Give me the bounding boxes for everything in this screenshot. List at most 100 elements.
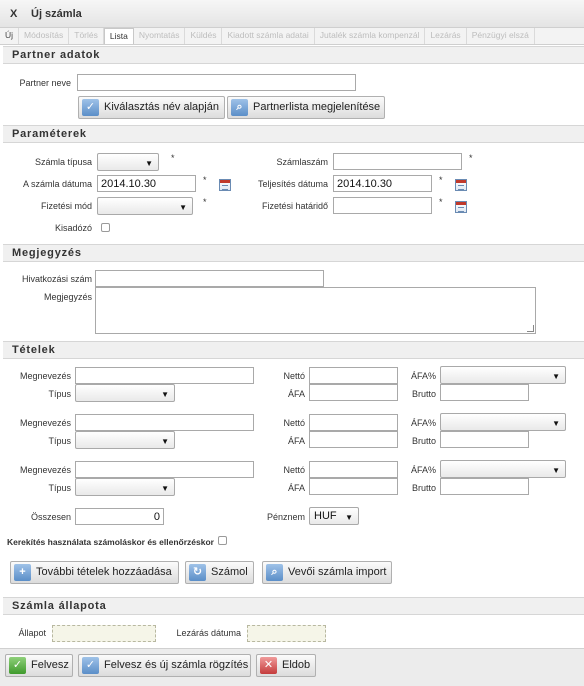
tab-lezaras[interactable]: Lezárás bbox=[425, 28, 467, 44]
payment-deadline-label: Fizetési határidő bbox=[261, 201, 328, 211]
calendar-icon[interactable] bbox=[455, 179, 467, 191]
item-net-input[interactable] bbox=[309, 414, 398, 431]
item-vat-input[interactable] bbox=[309, 478, 398, 495]
item-vat-input[interactable] bbox=[309, 384, 398, 401]
chevron-down-icon: ▼ bbox=[161, 437, 169, 446]
partner-heading: Partner adatok bbox=[3, 47, 584, 64]
resize-grip-icon[interactable] bbox=[527, 325, 534, 332]
issuer-label: Kisadózó bbox=[54, 223, 92, 233]
item-vat-label: ÁFA bbox=[287, 483, 305, 493]
item-type-label: Típus bbox=[48, 483, 71, 493]
calculate-label: Számol bbox=[211, 566, 248, 578]
item-type-select[interactable]: ▼ bbox=[75, 384, 175, 402]
calendar-icon[interactable] bbox=[219, 179, 231, 191]
tab-torles[interactable]: Törlés bbox=[69, 28, 104, 44]
item-vat-label: ÁFA bbox=[287, 436, 305, 446]
tab-lista[interactable]: Lista bbox=[103, 28, 134, 44]
item-gross-label: Brutto bbox=[411, 389, 436, 399]
tab-kiadott-szamla-adatai[interactable]: Kiadott számla adatai bbox=[222, 28, 315, 44]
item-vat-pct-select[interactable]: ▼ bbox=[440, 460, 566, 478]
partner-section: Partner adatok Partner neve ✓ Kiválasztá… bbox=[3, 46, 584, 122]
currency-select[interactable]: HUF ▼ bbox=[309, 507, 359, 525]
payment-deadline-input[interactable] bbox=[333, 197, 432, 214]
item-vat-pct-label: ÁFA% bbox=[410, 371, 436, 381]
item-net-input[interactable] bbox=[309, 461, 398, 478]
issuer-checkbox[interactable] bbox=[101, 223, 110, 232]
item-net-input[interactable] bbox=[309, 367, 398, 384]
item-gross-label: Brutto bbox=[411, 483, 436, 493]
reference-input[interactable] bbox=[95, 270, 324, 287]
required-mark: * bbox=[439, 197, 443, 207]
save-and-new-button[interactable]: ✓ Felvesz és új számla rögzítés bbox=[78, 654, 251, 677]
chevron-down-icon: ▼ bbox=[161, 484, 169, 493]
search-icon: ⌕ bbox=[231, 99, 248, 116]
fulfillment-date-input[interactable]: 2014.10.30 bbox=[333, 175, 432, 192]
calculate-button[interactable]: ↻ Számol bbox=[185, 561, 254, 584]
required-mark: * bbox=[439, 175, 443, 185]
items-heading: Tételek bbox=[3, 342, 584, 359]
tab-modositas[interactable]: Módosítás bbox=[19, 28, 70, 44]
tab-nyomtatas[interactable]: Nyomtatás bbox=[134, 28, 186, 44]
add-items-button[interactable]: + További tételek hozzáadása bbox=[10, 561, 179, 584]
item-name-input[interactable] bbox=[75, 461, 254, 478]
notes-section: Megjegyzés Hivatkozási szám Megjegyzés bbox=[3, 244, 584, 338]
tab-jutalek-szamla[interactable]: Jutalék számla kompenzál bbox=[315, 28, 426, 44]
chevron-down-icon: ▼ bbox=[552, 419, 560, 428]
invoice-number-input[interactable] bbox=[333, 153, 462, 170]
reference-label: Hivatkozási szám bbox=[21, 274, 92, 284]
notes-heading: Megjegyzés bbox=[3, 245, 584, 262]
item-net-label: Nettó bbox=[283, 418, 305, 428]
close-icon[interactable]: X bbox=[10, 8, 17, 20]
item-type-select[interactable]: ▼ bbox=[75, 431, 175, 449]
total-input[interactable]: 0 bbox=[75, 508, 164, 525]
item-type-select[interactable]: ▼ bbox=[75, 478, 175, 496]
rounding-checkbox[interactable] bbox=[218, 536, 227, 545]
note-textarea[interactable] bbox=[95, 287, 536, 334]
closing-date-label: Lezárás dátuma bbox=[176, 628, 241, 638]
chevron-down-icon: ▼ bbox=[145, 159, 153, 168]
item-name-input[interactable] bbox=[75, 367, 254, 384]
tab-kuldes[interactable]: Küldés bbox=[185, 28, 223, 44]
select-by-name-button[interactable]: ✓ Kiválasztás név alapján bbox=[78, 96, 225, 119]
action-tabs: Új Módosítás Törlés Lista Nyomtatás Küldés Kia… bbox=[0, 28, 584, 45]
item-vat-input[interactable] bbox=[309, 431, 398, 448]
item-net-label: Nettó bbox=[283, 371, 305, 381]
tab-uj[interactable]: Új bbox=[0, 28, 20, 44]
parameters-section: Paraméterek Számla típusa ▼ * Számlaszám… bbox=[3, 125, 584, 240]
partner-name-input[interactable] bbox=[77, 74, 356, 91]
calendar-icon[interactable] bbox=[455, 201, 467, 213]
invoice-date-input[interactable]: 2014.10.30 bbox=[97, 175, 196, 192]
item-vat-pct-select[interactable]: ▼ bbox=[440, 413, 566, 431]
item-net-label: Nettó bbox=[283, 465, 305, 475]
closing-date-field bbox=[247, 625, 326, 642]
item-gross-input[interactable] bbox=[440, 384, 529, 401]
save-label: Felvesz bbox=[31, 659, 69, 671]
item-vat-pct-select[interactable]: ▼ bbox=[440, 366, 566, 384]
item-vat-pct-label: ÁFA% bbox=[410, 465, 436, 475]
save-and-new-label: Felvesz és új számla rögzítés bbox=[104, 659, 249, 671]
note-label: Megjegyzés bbox=[43, 292, 92, 302]
required-mark: * bbox=[469, 153, 473, 163]
item-gross-input[interactable] bbox=[440, 431, 529, 448]
invoice-type-select[interactable]: ▼ bbox=[97, 153, 159, 171]
plus-icon: + bbox=[14, 564, 31, 581]
tab-penzugyi[interactable]: Pénzügyi elszá bbox=[467, 28, 535, 44]
currency-value: HUF bbox=[314, 510, 337, 522]
window-titlebar: X Új számla bbox=[0, 0, 584, 28]
item-gross-input[interactable] bbox=[440, 478, 529, 495]
chevron-down-icon: ▼ bbox=[161, 390, 169, 399]
discard-button[interactable]: ✕ Eldob bbox=[256, 654, 316, 677]
item-gross-label: Brutto bbox=[411, 436, 436, 446]
status-heading: Számla állapota bbox=[3, 598, 584, 615]
payment-method-select[interactable]: ▼ bbox=[97, 197, 193, 215]
item-vat-pct-label: ÁFA% bbox=[410, 418, 436, 428]
item-name-input[interactable] bbox=[75, 414, 254, 431]
item-name-label: Megnevezés bbox=[19, 465, 71, 475]
import-invoice-button[interactable]: ⌕ Vevői számla import bbox=[262, 561, 392, 584]
save-button[interactable]: ✓ Felvesz bbox=[5, 654, 73, 677]
select-by-name-label: Kiválasztás név alapján bbox=[104, 101, 219, 113]
chevron-down-icon: ▼ bbox=[552, 372, 560, 381]
items-section: Tételek Megnevezés Nettó ÁFA% ▼ Típus ▼ … bbox=[3, 341, 584, 594]
show-partner-list-button[interactable]: ⌕ Partnerlista megjelenítése bbox=[227, 96, 385, 119]
item-name-label: Megnevezés bbox=[19, 418, 71, 428]
